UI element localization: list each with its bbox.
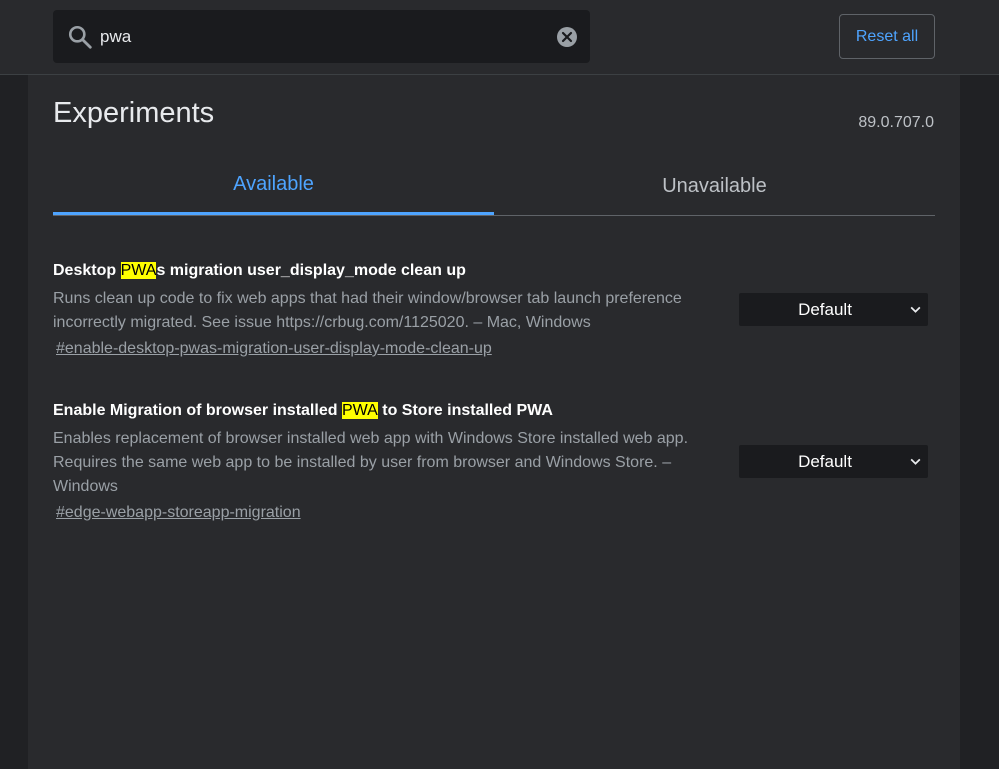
experiment-item: Desktop PWAs migration user_display_mode… <box>53 261 935 360</box>
chevron-down-icon <box>910 458 921 465</box>
experiment-description: Runs clean up code to fix web apps that … <box>53 290 682 331</box>
header-bar: Reset all <box>0 0 999 75</box>
search-highlight: PWA <box>341 402 378 419</box>
select-value: Default <box>798 300 852 319</box>
search-icon <box>68 25 92 49</box>
experiment-item: Enable Migration of browser installed PW… <box>53 401 935 524</box>
search-input[interactable] <box>100 10 540 63</box>
experiment-state-select[interactable]: Default <box>739 293 928 326</box>
tab-unavailable[interactable]: Unavailable <box>494 160 935 215</box>
clear-icon[interactable] <box>556 26 578 48</box>
experiment-title-text: Enable Migration of browser installed <box>53 402 342 419</box>
page-title: Experiments <box>53 97 215 129</box>
experiment-title-text: to Store installed PWA <box>377 402 553 419</box>
search-box[interactable] <box>53 10 590 63</box>
experiment-link[interactable]: #enable-desktop-pwas-migration-user-disp… <box>56 338 492 360</box>
select-value: Default <box>798 452 852 471</box>
tab-bar: Available Unavailable <box>53 160 935 216</box>
experiment-title-text: Desktop <box>53 262 121 279</box>
search-highlight: PWA <box>120 262 157 279</box>
experiment-description: Enables replacement of browser installed… <box>53 430 689 495</box>
chevron-down-icon <box>910 306 921 313</box>
version-label: 89.0.707.0 <box>858 114 934 131</box>
experiment-state-select[interactable]: Default <box>739 445 928 478</box>
tab-available[interactable]: Available <box>53 160 494 215</box>
experiment-title: Desktop PWAs migration user_display_mode… <box>53 261 935 281</box>
experiment-link[interactable]: #edge-webapp-storeapp-migration <box>56 502 301 524</box>
experiment-title: Enable Migration of browser installed PW… <box>53 401 935 421</box>
experiment-title-text: s migration user_display_mode clean up <box>156 262 466 279</box>
reset-all-button[interactable]: Reset all <box>839 14 935 59</box>
